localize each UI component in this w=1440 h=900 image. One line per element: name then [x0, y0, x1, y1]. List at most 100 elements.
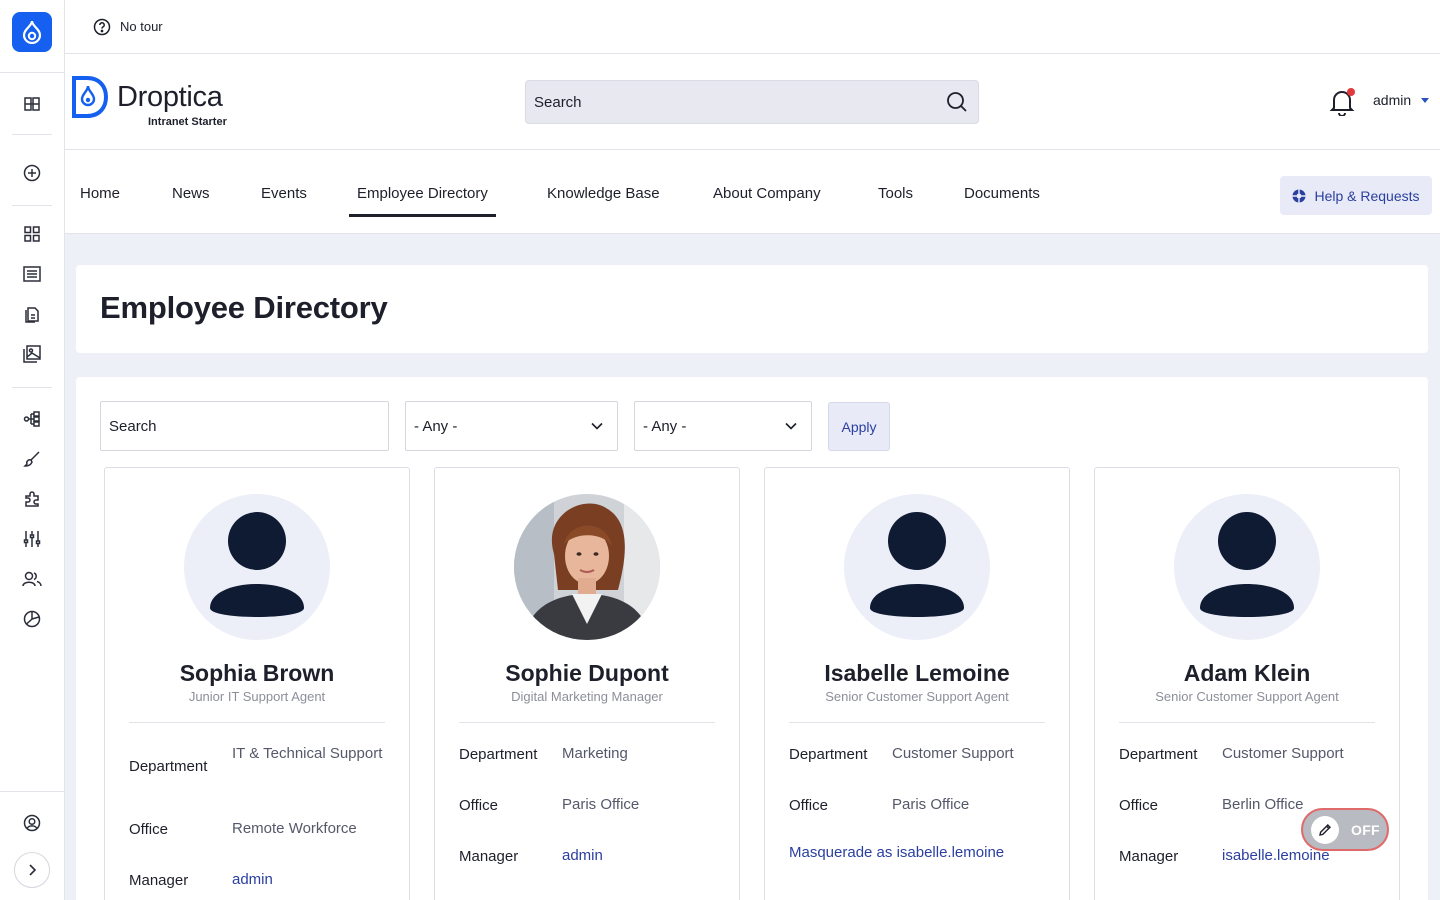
nav-item-news[interactable]: News: [172, 185, 210, 202]
directory-card: - Any - - Any - Apply Sophia Brown Junio…: [76, 377, 1428, 900]
employee-role: Senior Customer Support Agent: [825, 689, 1009, 704]
manager-label: Manager: [129, 872, 189, 889]
toggle-label: OFF: [1351, 821, 1380, 838]
nav-item-tools[interactable]: Tools: [878, 185, 913, 202]
add-circle-icon[interactable]: [20, 161, 44, 185]
header-search-input[interactable]: [534, 93, 914, 111]
department-value: Customer Support: [892, 745, 1014, 762]
site-header: Droptica Intranet Starter admin: [65, 54, 1440, 150]
nav-item-employee-directory[interactable]: Employee Directory: [349, 185, 496, 217]
card-divider: [789, 722, 1045, 723]
department-label: Department: [459, 746, 538, 763]
card-divider: [1119, 722, 1375, 723]
toolbar-divider: [12, 387, 52, 388]
notification-badge: [1347, 88, 1355, 96]
apply-button[interactable]: Apply: [828, 402, 890, 451]
filter-select-2-value: - Any -: [643, 417, 687, 435]
nav-item-events[interactable]: Events: [261, 185, 307, 202]
droptica-logo-icon: [72, 76, 109, 118]
employee-name[interactable]: Sophia Brown: [105, 660, 409, 687]
employee-name[interactable]: Sophie Dupont: [435, 660, 739, 687]
help-circle-icon[interactable]: [93, 18, 111, 36]
department-value: Customer Support: [1222, 745, 1344, 762]
office-label: Office: [789, 797, 828, 814]
employee-card[interactable]: Sophie Dupont Digital Marketing Manager …: [434, 467, 740, 900]
help-requests-label: Help & Requests: [1314, 187, 1420, 204]
department-label: Department: [1119, 746, 1198, 763]
dashboard-grid-icon[interactable]: [20, 222, 44, 246]
toolbar-divider: [0, 72, 65, 73]
filter-select-2[interactable]: - Any -: [634, 401, 812, 451]
manager-label: Manager: [459, 848, 519, 865]
search-icon[interactable]: [946, 91, 968, 113]
employee-role: Digital Marketing Manager: [511, 689, 663, 704]
user-placeholder-icon: [1200, 512, 1294, 617]
extend-puzzle-icon[interactable]: [20, 487, 44, 511]
help-icon: [1292, 189, 1306, 203]
manager-link[interactable]: admin: [562, 844, 722, 868]
notifications-bell-icon[interactable]: [1329, 88, 1357, 116]
employee-role: Senior Customer Support Agent: [1155, 689, 1339, 704]
book-map-icon[interactable]: [20, 92, 44, 116]
department-label: Department: [789, 746, 868, 763]
filter-select-1-value: - Any -: [414, 417, 458, 435]
profile-photo: [514, 494, 660, 640]
reports-pie-icon[interactable]: [20, 607, 44, 631]
files-icon[interactable]: [20, 302, 44, 326]
office-value: Paris Office: [892, 796, 970, 813]
department-value: Marketing: [562, 745, 628, 762]
nav-item-knowledge-base[interactable]: Knowledge Base: [547, 185, 660, 202]
user-placeholder-icon: [870, 512, 964, 617]
department-value: IT & Technical Support: [232, 745, 383, 762]
office-label: Office: [129, 821, 168, 838]
employee-name[interactable]: Isabelle Lemoine: [765, 660, 1069, 687]
filter-search-input[interactable]: [109, 417, 369, 435]
avatar: [844, 494, 990, 640]
people-icon[interactable]: [20, 567, 44, 591]
caret-down-icon: [1421, 97, 1430, 103]
avatar: [1174, 494, 1320, 640]
office-label: Office: [1119, 797, 1158, 814]
nav-item-home[interactable]: Home: [80, 185, 120, 202]
drupal-logo-icon[interactable]: [12, 12, 52, 52]
media-image-icon[interactable]: [20, 342, 44, 366]
help-requests-button[interactable]: Help & Requests: [1280, 176, 1432, 215]
configuration-sliders-icon[interactable]: [20, 527, 44, 551]
user-menu[interactable]: admin: [1373, 92, 1430, 108]
masquerade-link[interactable]: Masquerade as isabelle.lemoine: [789, 844, 1004, 861]
employee-card[interactable]: Sophia Brown Junior IT Support Agent Dep…: [104, 467, 410, 900]
expand-toolbar-button[interactable]: [14, 852, 50, 888]
chevron-down-icon: [591, 422, 603, 430]
nav-item-about-company[interactable]: About Company: [713, 185, 821, 202]
tour-label[interactable]: No tour: [120, 19, 163, 34]
structure-icon[interactable]: [20, 407, 44, 431]
page-title: Employee Directory: [100, 290, 388, 325]
filter-select-1[interactable]: - Any -: [405, 401, 618, 451]
admin-toolbar: [0, 0, 65, 900]
user-account-icon[interactable]: [20, 811, 44, 835]
manager-label: Manager: [1119, 848, 1179, 865]
appearance-brush-icon[interactable]: [20, 447, 44, 471]
page-title-card: Employee Directory: [76, 265, 1428, 353]
card-divider: [129, 722, 385, 723]
nav-item-documents[interactable]: Documents: [964, 185, 1040, 202]
pencil-icon: [1311, 815, 1339, 844]
department-label: Department: [129, 758, 208, 775]
main-navigation: Home News Events Employee Directory Know…: [65, 150, 1440, 234]
office-label: Office: [459, 797, 498, 814]
edit-mode-toggle[interactable]: OFF: [1301, 808, 1389, 851]
toolbar-divider: [12, 134, 52, 135]
chevron-right-icon: [29, 864, 37, 876]
employee-card[interactable]: Isabelle Lemoine Senior Customer Support…: [764, 467, 1070, 900]
content-list-icon[interactable]: [20, 262, 44, 286]
chevron-down-icon: [785, 422, 797, 430]
employee-role: Junior IT Support Agent: [188, 689, 326, 704]
toolbar-divider: [0, 791, 65, 792]
employee-name[interactable]: Adam Klein: [1095, 660, 1399, 687]
brand-name: Droptica: [117, 81, 223, 113]
manager-link[interactable]: admin: [232, 868, 392, 892]
avatar: [514, 494, 660, 640]
card-divider: [459, 722, 715, 723]
header-search: [525, 80, 979, 124]
brand-logo[interactable]: Droptica Intranet Starter: [71, 76, 227, 128]
